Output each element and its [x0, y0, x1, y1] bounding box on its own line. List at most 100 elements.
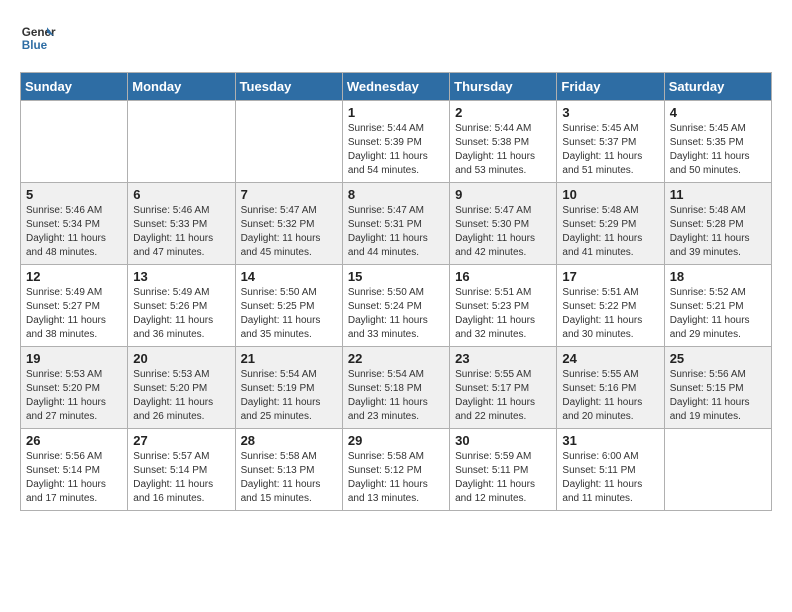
calendar-cell — [21, 101, 128, 183]
calendar-cell: 8 Sunrise: 5:47 AM Sunset: 5:31 PM Daylig… — [342, 183, 449, 265]
day-number: 26 — [26, 433, 122, 448]
calendar-header: SundayMondayTuesdayWednesdayThursdayFrid… — [21, 73, 772, 101]
day-info: Sunrise: 5:48 AM Sunset: 5:28 PM Dayligh… — [670, 204, 766, 260]
day-number: 25 — [670, 351, 766, 366]
day-number: 16 — [455, 269, 551, 284]
calendar-cell: 11 Sunrise: 5:48 AM Sunset: 5:28 PM Dayli… — [664, 183, 771, 265]
calendar-cell: 28 Sunrise: 5:58 AM Sunset: 5:13 PM Dayli… — [235, 429, 342, 511]
day-info: Sunrise: 5:58 AM Sunset: 5:12 PM Dayligh… — [348, 450, 444, 506]
calendar-cell: 18 Sunrise: 5:52 AM Sunset: 5:21 PM Dayli… — [664, 265, 771, 347]
calendar-cell: 9 Sunrise: 5:47 AM Sunset: 5:30 PM Daylig… — [450, 183, 557, 265]
weekday-header: Friday — [557, 73, 664, 101]
day-number: 15 — [348, 269, 444, 284]
logo: General Blue — [20, 20, 56, 56]
calendar-cell: 27 Sunrise: 5:57 AM Sunset: 5:14 PM Dayli… — [128, 429, 235, 511]
calendar-cell: 17 Sunrise: 5:51 AM Sunset: 5:22 PM Dayli… — [557, 265, 664, 347]
day-number: 8 — [348, 187, 444, 202]
day-info: Sunrise: 5:59 AM Sunset: 5:11 PM Dayligh… — [455, 450, 551, 506]
calendar-cell: 22 Sunrise: 5:54 AM Sunset: 5:18 PM Dayli… — [342, 347, 449, 429]
day-number: 14 — [241, 269, 337, 284]
calendar-cell: 12 Sunrise: 5:49 AM Sunset: 5:27 PM Dayli… — [21, 265, 128, 347]
day-number: 18 — [670, 269, 766, 284]
logo-icon: General Blue — [20, 20, 56, 56]
day-info: Sunrise: 5:55 AM Sunset: 5:16 PM Dayligh… — [562, 368, 658, 424]
day-info: Sunrise: 5:44 AM Sunset: 5:38 PM Dayligh… — [455, 122, 551, 178]
day-number: 13 — [133, 269, 229, 284]
day-number: 17 — [562, 269, 658, 284]
day-info: Sunrise: 5:48 AM Sunset: 5:29 PM Dayligh… — [562, 204, 658, 260]
weekday-header: Sunday — [21, 73, 128, 101]
day-number: 2 — [455, 105, 551, 120]
day-info: Sunrise: 5:50 AM Sunset: 5:24 PM Dayligh… — [348, 286, 444, 342]
day-info: Sunrise: 5:58 AM Sunset: 5:13 PM Dayligh… — [241, 450, 337, 506]
day-info: Sunrise: 5:45 AM Sunset: 5:35 PM Dayligh… — [670, 122, 766, 178]
day-number: 1 — [348, 105, 444, 120]
calendar-cell: 20 Sunrise: 5:53 AM Sunset: 5:20 PM Dayli… — [128, 347, 235, 429]
day-number: 4 — [670, 105, 766, 120]
day-number: 23 — [455, 351, 551, 366]
day-info: Sunrise: 5:56 AM Sunset: 5:15 PM Dayligh… — [670, 368, 766, 424]
day-number: 12 — [26, 269, 122, 284]
svg-text:Blue: Blue — [22, 39, 48, 52]
day-info: Sunrise: 5:51 AM Sunset: 5:23 PM Dayligh… — [455, 286, 551, 342]
calendar-cell: 25 Sunrise: 5:56 AM Sunset: 5:15 PM Dayli… — [664, 347, 771, 429]
day-info: Sunrise: 5:53 AM Sunset: 5:20 PM Dayligh… — [133, 368, 229, 424]
calendar-cell: 30 Sunrise: 5:59 AM Sunset: 5:11 PM Dayli… — [450, 429, 557, 511]
day-number: 21 — [241, 351, 337, 366]
weekday-header: Monday — [128, 73, 235, 101]
day-number: 20 — [133, 351, 229, 366]
day-info: Sunrise: 5:47 AM Sunset: 5:31 PM Dayligh… — [348, 204, 444, 260]
day-info: Sunrise: 5:49 AM Sunset: 5:26 PM Dayligh… — [133, 286, 229, 342]
day-info: Sunrise: 6:00 AM Sunset: 5:11 PM Dayligh… — [562, 450, 658, 506]
calendar-cell: 4 Sunrise: 5:45 AM Sunset: 5:35 PM Daylig… — [664, 101, 771, 183]
calendar-cell: 19 Sunrise: 5:53 AM Sunset: 5:20 PM Dayli… — [21, 347, 128, 429]
day-info: Sunrise: 5:54 AM Sunset: 5:19 PM Dayligh… — [241, 368, 337, 424]
calendar-table: SundayMondayTuesdayWednesdayThursdayFrid… — [20, 72, 772, 511]
day-number: 5 — [26, 187, 122, 202]
calendar-cell: 2 Sunrise: 5:44 AM Sunset: 5:38 PM Daylig… — [450, 101, 557, 183]
day-info: Sunrise: 5:54 AM Sunset: 5:18 PM Dayligh… — [348, 368, 444, 424]
day-number: 30 — [455, 433, 551, 448]
day-info: Sunrise: 5:46 AM Sunset: 5:33 PM Dayligh… — [133, 204, 229, 260]
calendar-cell — [664, 429, 771, 511]
day-info: Sunrise: 5:47 AM Sunset: 5:32 PM Dayligh… — [241, 204, 337, 260]
day-info: Sunrise: 5:50 AM Sunset: 5:25 PM Dayligh… — [241, 286, 337, 342]
weekday-header: Wednesday — [342, 73, 449, 101]
day-info: Sunrise: 5:53 AM Sunset: 5:20 PM Dayligh… — [26, 368, 122, 424]
calendar-cell: 21 Sunrise: 5:54 AM Sunset: 5:19 PM Dayli… — [235, 347, 342, 429]
day-number: 28 — [241, 433, 337, 448]
day-info: Sunrise: 5:44 AM Sunset: 5:39 PM Dayligh… — [348, 122, 444, 178]
day-info: Sunrise: 5:57 AM Sunset: 5:14 PM Dayligh… — [133, 450, 229, 506]
calendar-cell: 29 Sunrise: 5:58 AM Sunset: 5:12 PM Dayli… — [342, 429, 449, 511]
calendar-cell — [128, 101, 235, 183]
calendar-cell: 10 Sunrise: 5:48 AM Sunset: 5:29 PM Dayli… — [557, 183, 664, 265]
day-info: Sunrise: 5:51 AM Sunset: 5:22 PM Dayligh… — [562, 286, 658, 342]
day-info: Sunrise: 5:45 AM Sunset: 5:37 PM Dayligh… — [562, 122, 658, 178]
page-header: General Blue — [20, 20, 772, 56]
calendar-cell: 23 Sunrise: 5:55 AM Sunset: 5:17 PM Dayli… — [450, 347, 557, 429]
day-number: 29 — [348, 433, 444, 448]
weekday-header: Saturday — [664, 73, 771, 101]
day-info: Sunrise: 5:47 AM Sunset: 5:30 PM Dayligh… — [455, 204, 551, 260]
day-number: 27 — [133, 433, 229, 448]
day-info: Sunrise: 5:56 AM Sunset: 5:14 PM Dayligh… — [26, 450, 122, 506]
day-number: 22 — [348, 351, 444, 366]
day-number: 11 — [670, 187, 766, 202]
day-number: 9 — [455, 187, 551, 202]
weekday-header: Thursday — [450, 73, 557, 101]
weekday-header: Tuesday — [235, 73, 342, 101]
day-info: Sunrise: 5:52 AM Sunset: 5:21 PM Dayligh… — [670, 286, 766, 342]
day-info: Sunrise: 5:55 AM Sunset: 5:17 PM Dayligh… — [455, 368, 551, 424]
calendar-cell: 6 Sunrise: 5:46 AM Sunset: 5:33 PM Daylig… — [128, 183, 235, 265]
day-info: Sunrise: 5:49 AM Sunset: 5:27 PM Dayligh… — [26, 286, 122, 342]
day-number: 24 — [562, 351, 658, 366]
calendar-cell: 24 Sunrise: 5:55 AM Sunset: 5:16 PM Dayli… — [557, 347, 664, 429]
calendar-cell: 14 Sunrise: 5:50 AM Sunset: 5:25 PM Dayli… — [235, 265, 342, 347]
day-number: 6 — [133, 187, 229, 202]
calendar-cell: 26 Sunrise: 5:56 AM Sunset: 5:14 PM Dayli… — [21, 429, 128, 511]
day-number: 19 — [26, 351, 122, 366]
day-number: 7 — [241, 187, 337, 202]
day-number: 10 — [562, 187, 658, 202]
day-number: 31 — [562, 433, 658, 448]
calendar-cell: 5Sunrise: 5:46 AM Sunset: 5:34 PM Daylig… — [21, 183, 128, 265]
